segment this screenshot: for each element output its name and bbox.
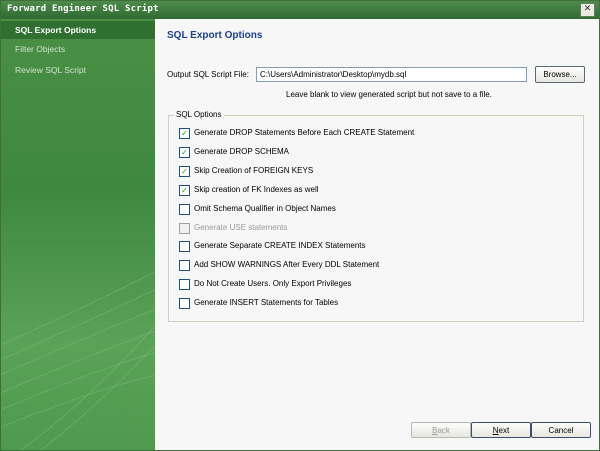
option-label: Generate DROP Statements Before Each CRE… bbox=[194, 128, 415, 137]
output-file-label: Output SQL Script File: bbox=[167, 70, 249, 79]
checkbox-checked[interactable]: ✓ bbox=[179, 128, 190, 139]
sidebar-item-sql-export-options[interactable]: SQL Export Options bbox=[1, 21, 155, 39]
option-label: Omit Schema Qualifier in Object Names bbox=[194, 204, 336, 213]
option-label: Skip creation of FK Indexes as well bbox=[194, 185, 319, 194]
option-label: Generate Separate CREATE INDEX Statement… bbox=[194, 241, 366, 250]
option-label: Generate INSERT Statements for Tables bbox=[194, 298, 339, 307]
sidebar-item-review-sql-script[interactable]: Review SQL Script bbox=[1, 61, 155, 79]
main-panel: SQL Export Options Output SQL Script Fil… bbox=[155, 19, 599, 450]
option-label: Do Not Create Users. Only Export Privile… bbox=[194, 279, 352, 288]
back-label: ack bbox=[437, 425, 450, 435]
checkbox-unchecked[interactable] bbox=[179, 260, 190, 271]
checkbox-checked[interactable]: ✓ bbox=[179, 147, 190, 158]
checkbox-checked[interactable]: ✓ bbox=[179, 166, 190, 177]
next-button[interactable]: Next bbox=[471, 422, 531, 438]
title-bar[interactable]: Forward Engineer SQL Script ✕ bbox=[1, 1, 599, 19]
sidebar-item-filter-objects[interactable]: Filter Objects bbox=[1, 40, 155, 58]
output-file-input[interactable] bbox=[256, 67, 527, 82]
sidebar-decoration bbox=[1, 271, 155, 450]
back-button: Back bbox=[411, 422, 471, 438]
checkbox-checked[interactable]: ✓ bbox=[179, 185, 190, 196]
dialog-window: Forward Engineer SQL Script ✕ SQL Export… bbox=[0, 0, 600, 451]
checkbox-unchecked[interactable] bbox=[179, 279, 190, 290]
output-file-hint: Leave blank to view generated script but… bbox=[286, 90, 492, 99]
wizard-sidebar: SQL Export Options Filter Objects Review… bbox=[1, 19, 155, 450]
sql-options-legend: SQL Options bbox=[174, 110, 224, 119]
option-label: Skip Creation of FOREIGN KEYS bbox=[194, 166, 314, 175]
option-label: Generate USE statements bbox=[194, 223, 288, 232]
checkbox-disabled bbox=[179, 223, 190, 234]
checkbox-unchecked[interactable] bbox=[179, 241, 190, 252]
next-label: ext bbox=[498, 425, 510, 435]
close-icon[interactable]: ✕ bbox=[580, 3, 595, 17]
option-label: Add SHOW WARNINGS After Every DDL Statem… bbox=[194, 260, 380, 269]
checkbox-unchecked[interactable] bbox=[179, 298, 190, 309]
browse-button[interactable]: Browse... bbox=[535, 66, 585, 83]
checkbox-unchecked[interactable] bbox=[179, 204, 190, 215]
window-title: Forward Engineer SQL Script bbox=[7, 4, 159, 14]
option-label: Generate DROP SCHEMA bbox=[194, 147, 289, 156]
sql-options-group: SQL Options ✓ Generate DROP Statements B… bbox=[168, 110, 584, 322]
cancel-button[interactable]: Cancel bbox=[531, 422, 591, 438]
page-title: SQL Export Options bbox=[167, 30, 263, 41]
